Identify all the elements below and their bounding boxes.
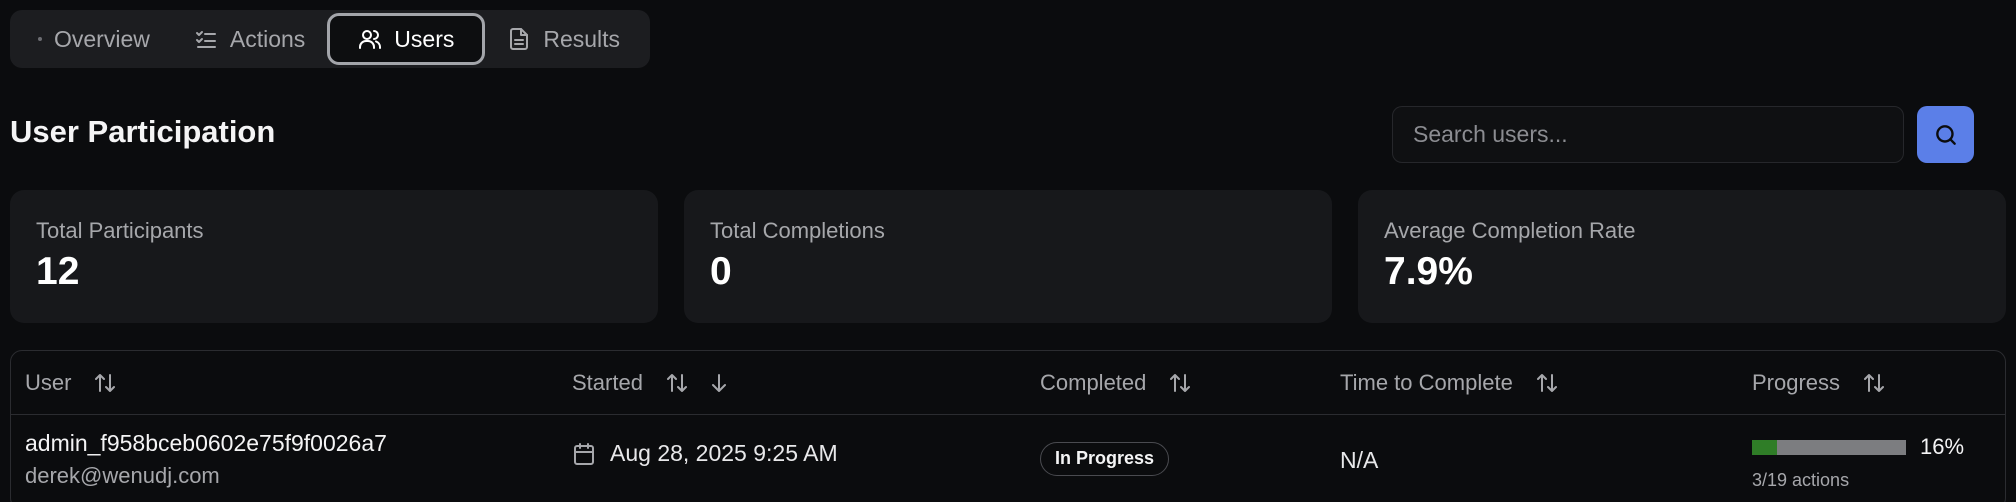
sort-icon[interactable] <box>1535 371 1559 395</box>
page-title: User Participation <box>10 114 276 149</box>
stat-card-total-completions: Total Completions 0 <box>684 190 1332 323</box>
column-label: Progress <box>1752 370 1841 395</box>
progress-percent: 16% <box>1920 434 1965 459</box>
column-label: User <box>25 370 72 395</box>
list-check-icon <box>195 31 216 48</box>
status-badge: In Progress <box>1040 442 1170 476</box>
started-date: Aug 28, 2025 9:25 AM <box>610 440 838 466</box>
search-button[interactable] <box>1917 106 1974 163</box>
calendar-icon <box>574 442 594 465</box>
stat-value: 7.9% <box>1384 250 1473 293</box>
page: Overview Actions Users Results User Part… <box>0 0 2016 502</box>
column-header-started[interactable]: Started <box>572 351 731 415</box>
users-icon <box>359 30 382 49</box>
tab-actions[interactable]: Actions <box>172 13 327 65</box>
user-name: admin_f958bceb0602e75f9f0026a7 <box>25 430 387 456</box>
column-header-time-to-complete[interactable]: Time to Complete <box>1340 351 1559 415</box>
started-cell: Aug 28, 2025 9:25 AM <box>572 440 838 467</box>
stat-card-total-participants: Total Participants 12 <box>10 190 658 323</box>
column-header-progress[interactable]: Progress <box>1752 351 1886 415</box>
progress-line: 16% <box>1752 434 1964 460</box>
table-row[interactable]: admin_f958bceb0602e75f9f0026a7 derek@wen… <box>11 416 2005 502</box>
sort-icon[interactable] <box>1862 371 1886 395</box>
search-icon <box>1935 124 1956 145</box>
stat-label: Total Participants <box>36 218 204 243</box>
stat-label: Total Completions <box>710 218 885 243</box>
tab-label: Actions <box>229 25 306 52</box>
tab-label: Results <box>543 25 621 52</box>
progress-bar <box>1752 439 1906 455</box>
user-email: derek@wenudj.com <box>25 463 220 488</box>
sort-icon[interactable] <box>93 371 117 395</box>
column-header-user[interactable]: User <box>25 351 117 415</box>
tab-results[interactable]: Results <box>485 13 642 65</box>
tab-overview[interactable]: Overview <box>16 13 172 65</box>
tab-bar: Overview Actions Users Results <box>10 10 650 68</box>
completed-cell: In Progress <box>1040 442 1170 476</box>
stat-label: Average Completion Rate <box>1384 218 1636 243</box>
sort-icon[interactable] <box>665 371 689 395</box>
progress-detail: 3/19 actions <box>1752 470 1850 490</box>
table-header: User Started Completed Time to Complete … <box>11 351 2005 415</box>
tab-users[interactable]: Users <box>327 13 486 65</box>
stat-value: 12 <box>36 250 80 293</box>
dot-icon <box>38 37 42 41</box>
stat-value: 0 <box>710 250 732 293</box>
tab-label: Overview <box>54 25 150 52</box>
progress-bar-fill <box>1752 439 1777 455</box>
column-label: Started <box>572 370 643 395</box>
users-table: User Started Completed Time to Complete … <box>10 350 2006 502</box>
column-header-completed[interactable]: Completed <box>1040 351 1192 415</box>
stat-card-average-completion-rate: Average Completion Rate 7.9% <box>1358 190 2006 323</box>
arrow-down-icon <box>711 374 726 392</box>
document-icon <box>510 28 529 50</box>
progress-cell: 16% 3/19 actions <box>1752 434 1964 491</box>
time-to-complete: N/A <box>1340 447 1379 473</box>
sort-icon[interactable] <box>1168 371 1192 395</box>
tab-label: Users <box>394 25 455 52</box>
search-input[interactable] <box>1392 106 1904 163</box>
column-label: Time to Complete <box>1340 370 1513 395</box>
user-cell: admin_f958bceb0602e75f9f0026a7 derek@wen… <box>25 430 387 489</box>
column-label: Completed <box>1040 370 1147 395</box>
